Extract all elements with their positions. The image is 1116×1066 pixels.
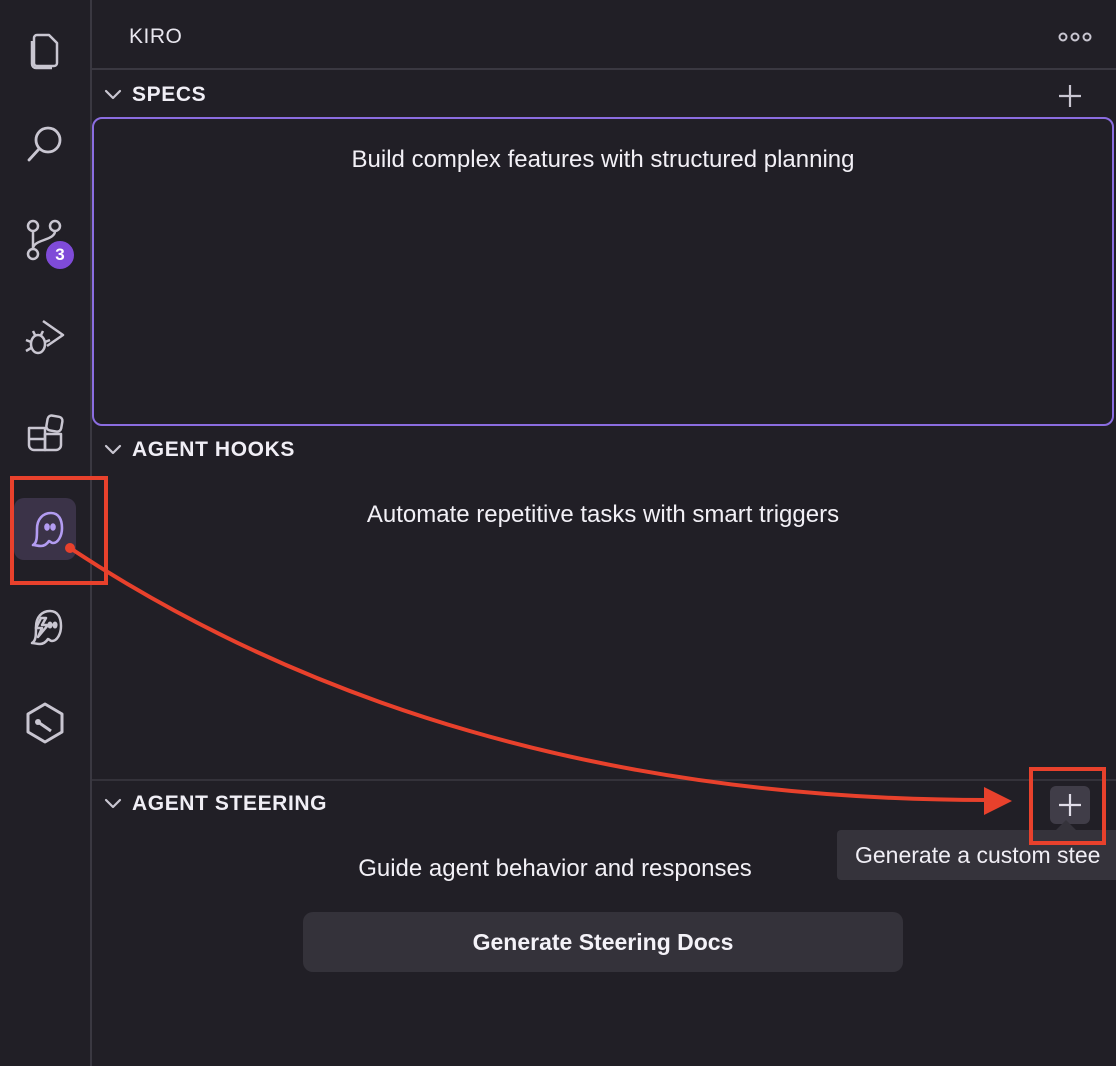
activity-source-control[interactable]: 3 bbox=[14, 209, 76, 271]
activity-search[interactable] bbox=[14, 113, 76, 175]
hooks-title: AGENT HOOKS bbox=[132, 438, 295, 461]
annotation-box-kiro-tab bbox=[10, 476, 108, 585]
hooks-description: Automate repetitive tasks with smart tri… bbox=[366, 501, 840, 528]
steering-title: AGENT STEERING bbox=[132, 792, 328, 815]
source-control-badge: 3 bbox=[44, 239, 76, 271]
steering-section-header[interactable]: AGENT STEERING bbox=[92, 781, 1116, 827]
activity-extensions[interactable] bbox=[14, 403, 76, 465]
more-icon bbox=[1058, 32, 1092, 42]
kiro-side-panel: KIRO SPECS Build complex features with s… bbox=[92, 0, 1116, 1066]
more-actions-button[interactable] bbox=[1058, 24, 1092, 50]
search-icon bbox=[27, 126, 62, 162]
kiro-window: 3 KIRO SPECS Build complex features with… bbox=[0, 0, 1116, 1066]
specs-description: Build complex features with structured p… bbox=[351, 146, 855, 173]
run-debug-icon bbox=[25, 319, 65, 355]
kiro-hooks-icon bbox=[30, 609, 63, 646]
plus-icon bbox=[1059, 85, 1081, 107]
activity-run-debug[interactable] bbox=[14, 306, 76, 368]
extensions-icon bbox=[27, 414, 64, 452]
activity-remote[interactable] bbox=[14, 691, 76, 753]
activity-explorer[interactable] bbox=[14, 17, 76, 79]
panel-title: KIRO bbox=[129, 25, 183, 48]
annotation-box-add-button bbox=[1029, 767, 1106, 845]
specs-section-header[interactable]: SPECS bbox=[92, 72, 1116, 118]
specs-title: SPECS bbox=[132, 83, 207, 106]
chevron-down-icon bbox=[104, 89, 122, 100]
chevron-down-icon bbox=[104, 798, 122, 809]
remote-hex-icon bbox=[26, 702, 64, 744]
panel-header: KIRO bbox=[92, 0, 1116, 70]
hooks-section-header[interactable]: AGENT HOOKS bbox=[92, 427, 1116, 473]
add-spec-button[interactable] bbox=[1050, 77, 1090, 115]
chevron-down-icon bbox=[104, 444, 122, 455]
generate-steering-docs-button[interactable]: Generate Steering Docs bbox=[303, 912, 903, 972]
explorer-icon bbox=[30, 33, 59, 70]
activity-hooks[interactable] bbox=[14, 596, 76, 658]
